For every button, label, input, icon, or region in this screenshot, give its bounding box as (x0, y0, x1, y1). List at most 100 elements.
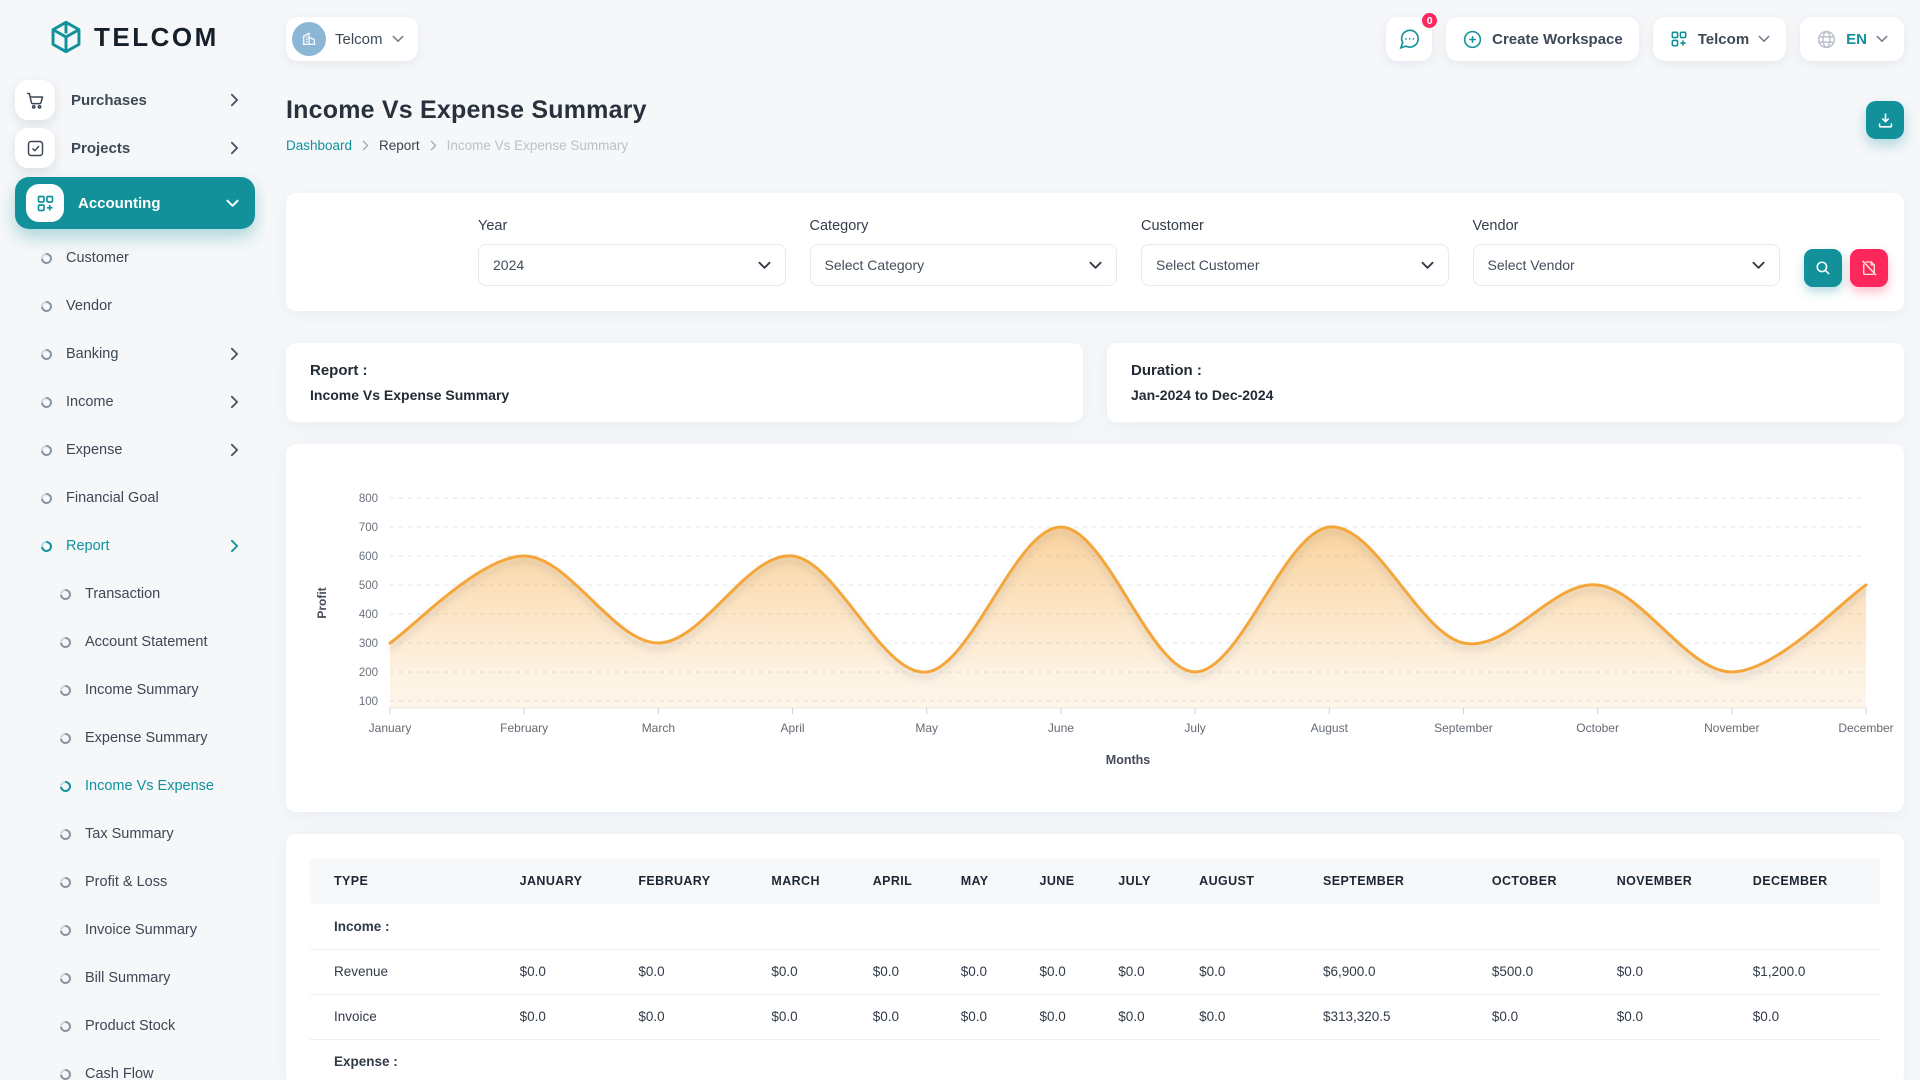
column-header-march: MARCH (763, 858, 865, 904)
filter-field-year: Year 2024 (478, 218, 786, 286)
chevron-right-icon (230, 443, 239, 457)
sidebar-item-vendor[interactable]: Vendor (15, 282, 255, 330)
column-header-july: JULY (1110, 858, 1192, 904)
select-value: 2024 (493, 257, 525, 273)
table-cell: $0.0 (511, 994, 631, 1040)
table-cell (630, 904, 764, 950)
workspace-chip[interactable]: Telcom (286, 17, 418, 61)
sidebar-item-projects[interactable]: Projects (15, 124, 255, 172)
table-cell (1744, 1039, 1880, 1080)
breadcrumb-item-dashboard[interactable]: Dashboard (286, 138, 352, 153)
sidebar-item-customer[interactable]: Customer (15, 234, 255, 282)
svg-text:July: July (1184, 721, 1205, 735)
svg-text:January: January (369, 721, 412, 735)
sidebar-item-profit-loss[interactable]: Profit & Loss (15, 858, 255, 906)
create-workspace-label: Create Workspace (1492, 30, 1623, 48)
sidebar-item-report[interactable]: Report (15, 522, 255, 570)
create-workspace-button[interactable]: Create Workspace (1446, 17, 1639, 61)
sidebar-item-label: Banking (66, 346, 119, 362)
table-cell: $0.0 (1191, 949, 1315, 995)
sidebar-item-income[interactable]: Income (15, 378, 255, 426)
bullet-icon (57, 1018, 74, 1034)
table-cell: $0.0 (630, 994, 764, 1040)
table-cell: Income : (310, 904, 512, 950)
table-cell (1031, 904, 1111, 950)
bullet-icon (57, 874, 74, 890)
svg-text:600: 600 (359, 551, 378, 563)
table-cell (1744, 904, 1880, 950)
table-cell (1191, 904, 1315, 950)
sidebar-item-purchases[interactable]: Purchases (15, 76, 255, 124)
sidebar-item-expense-summary[interactable]: Expense Summary (15, 714, 255, 762)
clear-filter-button[interactable] (1850, 249, 1888, 287)
plus-circle-icon (1462, 29, 1483, 50)
brand-logo[interactable]: TELCOM (47, 18, 255, 56)
select-value: Select Customer (1156, 257, 1260, 273)
sidebar-item-label: Report (66, 538, 110, 554)
svg-text:September: September (1434, 721, 1493, 735)
category-select[interactable]: Select Category (809, 244, 1117, 286)
year-select[interactable]: 2024 (478, 244, 786, 286)
workspace-chip-label: Telcom (335, 30, 383, 48)
table-row-expense: Expense : (310, 1039, 1880, 1080)
table-cell (763, 904, 865, 950)
sidebar-item-account-statement[interactable]: Account Statement (15, 618, 255, 666)
sidebar-item-bill-summary[interactable]: Bill Summary (15, 954, 255, 1002)
bullet-icon (38, 538, 55, 554)
table-cell (1314, 1039, 1484, 1080)
table-cell: $0.0 (1110, 994, 1192, 1040)
customer-select[interactable]: Select Customer (1141, 244, 1449, 286)
bullet-icon (38, 346, 55, 362)
duration-value: Jan-2024 to Dec-2024 (1131, 387, 1274, 403)
breadcrumb: Dashboard Report Income Vs Expense Summary (286, 138, 647, 153)
column-header-december: DECEMBER (1744, 858, 1880, 904)
sidebar-item-label: Bill Summary (85, 970, 171, 986)
svg-text:April: April (781, 721, 805, 735)
bullet-icon (57, 1066, 74, 1080)
bullet-icon (38, 298, 55, 314)
sidebar: TELCOM Purchases Projects Accounting Custom… (0, 0, 265, 1080)
sidebar-item-label: Accounting (78, 194, 161, 212)
table-cell: $1,200.0 (1744, 949, 1880, 995)
search-button[interactable] (1804, 249, 1842, 287)
bullet-icon (38, 490, 55, 506)
chevron-right-icon (230, 347, 239, 361)
table-cell (511, 904, 631, 950)
sidebar-item-accounting[interactable]: Accounting (15, 177, 255, 229)
table-cell: $0.0 (1031, 994, 1111, 1040)
sidebar-item-invoice-summary[interactable]: Invoice Summary (15, 906, 255, 954)
grid-plus-icon (26, 184, 64, 222)
sidebar-item-product-stock[interactable]: Product Stock (15, 1002, 255, 1050)
sidebar-item-income-vs-expense[interactable]: Income Vs Expense (15, 762, 255, 810)
bullet-icon (57, 970, 74, 986)
sidebar-item-label: Expense Summary (85, 730, 208, 746)
table-cell: $500.0 (1483, 949, 1609, 995)
sidebar-item-label: Tax Summary (85, 826, 174, 842)
column-header-june: JUNE (1031, 858, 1111, 904)
messages-button[interactable]: 0 (1386, 11, 1440, 61)
download-button[interactable] (1866, 101, 1904, 139)
table-cell: $0.0 (1608, 949, 1745, 995)
sidebar-item-label: Transaction (85, 586, 161, 602)
table-header-row: TYPE JANUARY FEBRUARY MARCH APRIL MAY JUNE JULY… (310, 858, 1880, 904)
bullet-icon (57, 826, 74, 842)
sidebar-item-tax-summary[interactable]: Tax Summary (15, 810, 255, 858)
sidebar-item-expense[interactable]: Expense (15, 426, 255, 474)
sidebar-item-financial-goal[interactable]: Financial Goal (15, 474, 255, 522)
sidebar-item-label: Financial Goal (66, 490, 159, 506)
report-summary-card: Report : Income Vs Expense Summary (286, 343, 1083, 422)
workspace-avatar (292, 22, 326, 56)
language-switcher[interactable]: EN (1800, 17, 1904, 61)
breadcrumb-item-report[interactable]: Report (379, 138, 420, 153)
sidebar-item-transaction[interactable]: Transaction (15, 570, 255, 618)
sidebar-item-label: Vendor (66, 298, 112, 314)
svg-text:Months: Months (1106, 753, 1150, 767)
bullet-icon (57, 586, 74, 602)
sidebar-item-income-summary[interactable]: Income Summary (15, 666, 255, 714)
svg-text:800: 800 (359, 493, 378, 505)
sidebar-item-banking[interactable]: Banking (15, 330, 255, 378)
workspace-switcher[interactable]: Telcom (1652, 17, 1787, 61)
summary-row: Report : Income Vs Expense Summary Durat… (286, 343, 1904, 422)
vendor-select[interactable]: Select Vendor (1472, 244, 1780, 286)
sidebar-item-cash-flow[interactable]: Cash Flow (15, 1050, 255, 1080)
